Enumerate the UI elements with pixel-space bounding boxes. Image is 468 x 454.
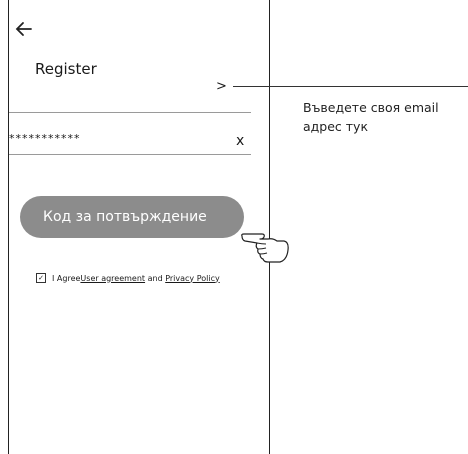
phone-screen: Register > *********** x Код за потвържд… bbox=[8, 0, 289, 454]
agreement-checkbox[interactable]: ✓ bbox=[36, 273, 46, 283]
back-arrow-icon[interactable] bbox=[14, 20, 34, 38]
page-title: Register bbox=[35, 60, 97, 78]
verification-code-button[interactable]: Код за потвърждение bbox=[20, 196, 244, 238]
agreement-prefix: I Agree bbox=[52, 273, 81, 283]
annotation-line bbox=[233, 86, 468, 87]
privacy-policy-link[interactable]: Privacy Policy bbox=[165, 274, 220, 283]
agreement-row: ✓ I Agree User agreement and Privacy Pol… bbox=[36, 273, 220, 283]
annotation-text: Въведете своя email адрес тук bbox=[303, 100, 439, 134]
agreement-conjunction: and bbox=[145, 273, 166, 283]
user-agreement-link[interactable]: User agreement bbox=[80, 274, 145, 283]
email-field-divider bbox=[9, 112, 251, 113]
password-field[interactable]: *********** bbox=[9, 132, 81, 145]
clear-password-button[interactable]: x bbox=[236, 133, 244, 149]
email-chevron[interactable]: > bbox=[216, 79, 227, 94]
password-field-divider bbox=[9, 154, 251, 155]
pointing-hand-icon bbox=[241, 233, 289, 263]
